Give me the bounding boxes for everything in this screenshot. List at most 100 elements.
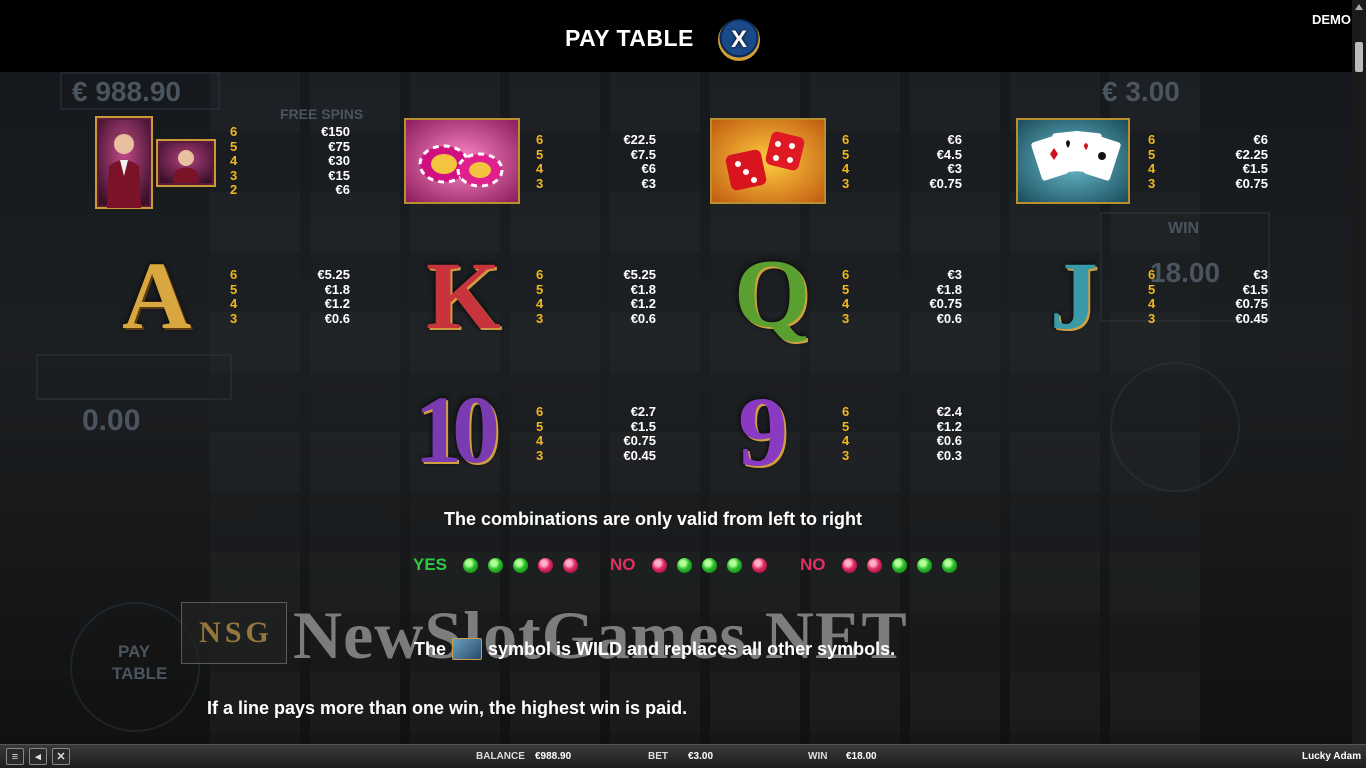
count: 3 bbox=[536, 175, 544, 191]
red-dot-icon bbox=[651, 557, 667, 573]
payout: €22.5 bbox=[623, 132, 656, 147]
payout: €7.5 bbox=[630, 146, 656, 162]
count: 6 bbox=[536, 132, 544, 147]
sound-icon[interactable]: ◂ bbox=[29, 748, 47, 765]
payout: €4.5 bbox=[936, 146, 962, 162]
no-label: NO bbox=[610, 555, 636, 574]
bottom-bar: ≡ ◂ ✕ BALANCE €988.90 BET €3.00 WIN €18.… bbox=[0, 744, 1366, 768]
count: 4 bbox=[536, 433, 544, 448]
count: 5 bbox=[230, 281, 238, 297]
logo-letter: N bbox=[199, 616, 221, 649]
wild-rule: The symbol is WILD and replaces all othe… bbox=[414, 638, 895, 660]
payout: €0.6 bbox=[324, 310, 350, 326]
green-dot-icon bbox=[891, 557, 907, 573]
payout: €6 bbox=[1253, 132, 1268, 147]
count: 6 bbox=[1148, 267, 1156, 282]
game-name: Lucky Adam bbox=[1302, 751, 1362, 762]
count: 4 bbox=[1148, 296, 1156, 311]
payout: €1.2 bbox=[630, 296, 656, 311]
count: 5 bbox=[842, 281, 850, 297]
count: 4 bbox=[842, 296, 850, 311]
payout: €6 bbox=[947, 132, 962, 147]
count: 5 bbox=[1148, 281, 1156, 297]
count: 5 bbox=[1148, 146, 1156, 162]
payout: €3 bbox=[947, 161, 962, 176]
payout: €0.3 bbox=[936, 447, 962, 463]
payout: €6 bbox=[335, 182, 350, 197]
logo-letter: S bbox=[224, 616, 242, 649]
payout: €3 bbox=[641, 175, 656, 191]
red-dot-icon bbox=[538, 557, 554, 573]
dice-symbol bbox=[710, 118, 826, 209]
direction-rule: The combinations are only valid from lef… bbox=[444, 509, 863, 529]
green-dot-icon bbox=[513, 557, 529, 573]
count: 3 bbox=[230, 310, 238, 326]
payout: €0.75 bbox=[623, 433, 656, 448]
green-dot-icon bbox=[701, 557, 717, 573]
count: 3 bbox=[842, 175, 850, 191]
payout: €3 bbox=[1253, 267, 1268, 282]
count: 3 bbox=[1148, 175, 1156, 191]
count: 6 bbox=[842, 132, 850, 147]
casino-chips-symbol bbox=[404, 118, 520, 209]
menu-icon[interactable]: ≡ bbox=[6, 748, 24, 765]
scroll-up-icon[interactable] bbox=[1355, 4, 1363, 10]
count: 6 bbox=[1148, 132, 1156, 147]
bet-label: BET bbox=[648, 751, 668, 762]
payout: €0.75 bbox=[1235, 175, 1268, 191]
payout: €6 bbox=[641, 161, 656, 176]
green-dot-icon bbox=[916, 557, 932, 573]
balance-value: €988.90 bbox=[535, 751, 572, 762]
payout: €5.25 bbox=[317, 267, 350, 282]
payout: €2.7 bbox=[630, 404, 656, 419]
scroll-thumb[interactable] bbox=[1355, 42, 1363, 72]
count: 4 bbox=[842, 433, 850, 448]
balance-label: BALANCE bbox=[476, 751, 525, 762]
payout: €0.75 bbox=[929, 296, 962, 311]
win-value: €18.00 bbox=[846, 751, 877, 762]
payout: €0.75 bbox=[1235, 296, 1268, 311]
count: 5 bbox=[230, 138, 238, 154]
count: 6 bbox=[230, 267, 238, 282]
logo-letter: G bbox=[245, 616, 269, 649]
count: 4 bbox=[536, 161, 544, 176]
header: PAY TABLE X DEMO bbox=[0, 0, 1352, 72]
bet-ghost: € 3.00 bbox=[1102, 76, 1180, 107]
count: 4 bbox=[230, 153, 238, 168]
red-dot-icon bbox=[563, 557, 579, 573]
payout: €0.6 bbox=[936, 433, 962, 448]
line-example-yes: YES bbox=[413, 555, 582, 575]
count: 4 bbox=[230, 296, 238, 311]
watermark-text: NewSlotGames.NET bbox=[293, 597, 908, 673]
count: 4 bbox=[536, 296, 544, 311]
fullscreen-icon[interactable]: ✕ bbox=[52, 748, 70, 765]
payout: €1.2 bbox=[324, 296, 350, 311]
ghost-panel bbox=[36, 354, 232, 400]
ten-symbol: 10 bbox=[414, 376, 500, 483]
payout: €0.45 bbox=[1235, 310, 1268, 326]
demo-badge: DEMO bbox=[1312, 12, 1351, 27]
payout: €150 bbox=[321, 124, 350, 139]
red-dot-icon bbox=[866, 557, 882, 573]
payout: €15 bbox=[328, 167, 350, 183]
yes-label: YES bbox=[413, 555, 448, 574]
close-button[interactable]: X bbox=[718, 19, 760, 61]
count: 3 bbox=[536, 447, 544, 463]
payout: €5.25 bbox=[623, 267, 656, 282]
payout: €1.2 bbox=[936, 418, 962, 434]
wild-symbol-icon bbox=[452, 638, 483, 660]
payout: €1.5 bbox=[630, 418, 656, 434]
count: 5 bbox=[536, 146, 544, 162]
scrollbar[interactable] bbox=[1352, 0, 1366, 744]
payout: €0.75 bbox=[929, 175, 962, 191]
count: 5 bbox=[536, 281, 544, 297]
count: 6 bbox=[536, 267, 544, 282]
red-dot-icon bbox=[841, 557, 857, 573]
no-label: NO bbox=[800, 555, 826, 574]
count: 6 bbox=[842, 267, 850, 282]
watermark-logo: N S G bbox=[181, 602, 287, 664]
count: 4 bbox=[1148, 161, 1156, 176]
green-dot-icon bbox=[463, 557, 479, 573]
payout: €75 bbox=[328, 138, 350, 154]
lucky-adam-symbol bbox=[95, 116, 217, 215]
